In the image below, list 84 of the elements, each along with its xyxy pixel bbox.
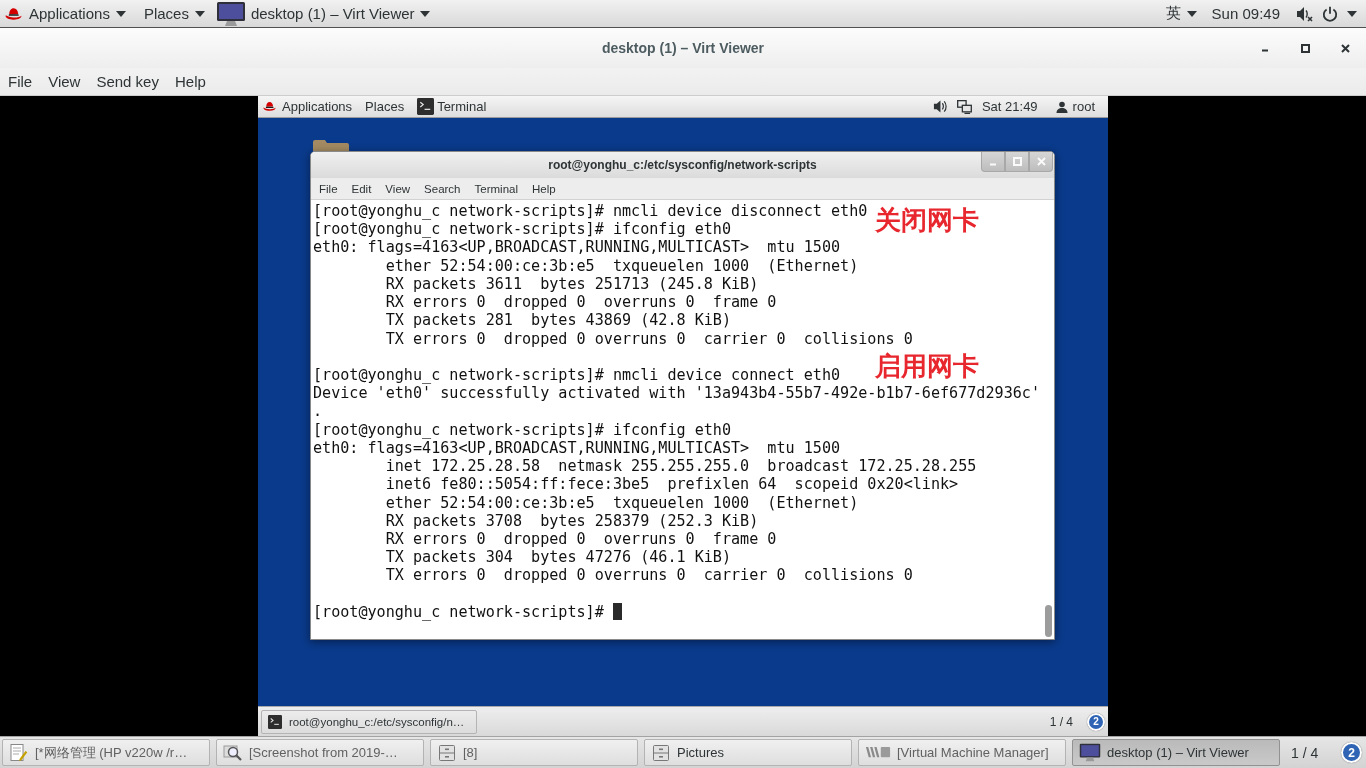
cabinet-icon [437, 742, 457, 763]
terminal-line: Device 'eth0' successfully activated with '13a943b4-55b7-492e-b1b7-6ef677d2936c' [313, 384, 1040, 403]
network-icon [956, 99, 972, 114]
terminal-line: ether 52:54:00:ce:3b:e5 txqueuelen 1000 (Ethernet) [384, 493, 859, 512]
terminal-line: [root@yonghu_c network-scripts]# ifconfig eth0 [313, 220, 731, 239]
hat-icon [263, 101, 276, 112]
notification-badge[interactable]: 2 [1341, 742, 1362, 763]
terminal-line: inet 172.25.28.58 netmask 255.255.255.0 broadcast 172.25.28.255 [384, 457, 977, 476]
terminal-line: TX errors 0 dropped 0 overruns 0 carrier 0 collisions 0 [384, 329, 913, 348]
caret-icon [194, 10, 205, 17]
annotation-text: 启用网卡 [875, 351, 979, 380]
annotation-text: 关闭网卡 [875, 206, 979, 235]
folder-icon [313, 140, 349, 151]
close-icon [1036, 157, 1046, 166]
top-bar-menu[interactable]: Applications [29, 0, 126, 27]
app-menu[interactable]: Terminal [417, 96, 487, 117]
terminal-line: inet6 fe80::5054:ff:fece:3be5 prefixlen 64 scopeid 0x20<link> [384, 475, 959, 494]
top-bar-menu[interactable]: Applications [282, 96, 353, 117]
maximize-icon [1300, 43, 1310, 53]
terminal-icon [417, 98, 435, 115]
terminal-line: [root@yonghu_c network-scripts]# nmcli device disconnect eth0 [313, 202, 868, 221]
menu-item[interactable]: View [40, 68, 89, 95]
monitor-icon [1079, 743, 1101, 762]
user-icon [1055, 100, 1068, 113]
cabinet-icon [651, 742, 671, 763]
caret-icon [419, 10, 430, 17]
hat-icon [5, 6, 22, 21]
terminal-line: RX packets 3611 bytes 251713 (245.8 KiB) [384, 274, 759, 294]
terminal-line: [root@yonghu_c network-scripts]# nmcli device connect eth0 [313, 365, 841, 385]
terminal-line: [root@yonghu_c network-scripts]# ifconfig eth0 [313, 420, 731, 439]
terminal-icon [267, 714, 283, 729]
terminal-line: [root@yonghu_c network-scripts]# [313, 602, 604, 622]
caret-icon [115, 10, 126, 17]
menu-item[interactable]: Help [166, 68, 214, 95]
menu-item[interactable]: File [0, 68, 41, 95]
caret-icon [1186, 10, 1197, 17]
power-icon [1322, 5, 1338, 22]
notepad-icon [9, 742, 29, 763]
taskbar-item[interactable]: [Screenshot from 2019-… [216, 739, 424, 766]
magnifier-icon [223, 742, 243, 763]
window-list-item[interactable]: root@yonghu_c:/etc/sysconfig/n… [261, 709, 477, 734]
terminal-line: eth0: flags=4163<UP,BROADCAST,RUNNING,MULTICAST> mtu 1500 [313, 438, 841, 458]
taskbar-item[interactable]: [*网络管理 (HP v220w /r… [2, 739, 210, 766]
clock-button[interactable]: Sun 09:49 [1211, 0, 1280, 27]
terminal-line: TX packets 281 bytes 43869 (42.8 KiB) [384, 311, 731, 330]
terminal-line: TX packets 304 bytes 47276 (46.1 KiB) [384, 548, 731, 567]
top-bar-menu[interactable]: Places [365, 96, 405, 117]
scrollbar[interactable] [1044, 605, 1052, 637]
menu-item[interactable]: File [312, 178, 345, 199]
taskbar-item[interactable]: [8] [430, 739, 638, 766]
user-menu[interactable]: root [1055, 96, 1095, 117]
taskbar-item[interactable]: Pictures [644, 739, 852, 766]
clock-button[interactable]: Sat 21:49 [981, 96, 1038, 117]
app-menu[interactable]: desktop (1) – Virt Viewer [215, 0, 430, 27]
close-icon [1340, 43, 1350, 53]
terminal-line: RX errors 0 dropped 0 overruns 0 frame 0 [384, 529, 777, 549]
terminal-line: ether 52:54:00:ce:3b:e5 txqueuelen 1000 (Ethernet) [384, 256, 859, 275]
speaker-icon [932, 99, 947, 114]
terminal-line: TX errors 0 dropped 0 overruns 0 carrier 0 collisions 0 [384, 566, 913, 585]
minimize-button[interactable] [981, 152, 1005, 172]
window-title: root@yonghu_c:/etc/sysconfig/network-scripts [548, 158, 817, 172]
terminal-line: eth0: flags=4163<UP,BROADCAST,RUNNING,MULTICAST> mtu 1500 [313, 238, 841, 257]
terminal-line: RX packets 3708 bytes 258379 (252.3 KiB) [384, 511, 759, 530]
top-bar-menu[interactable]: Places [143, 0, 205, 27]
terminal-line: . [313, 402, 323, 421]
text-cursor-icon [612, 603, 622, 621]
caret-icon [1347, 10, 1357, 17]
menu-item[interactable]: View [378, 178, 418, 199]
taskbar-item[interactable]: desktop (1) – Virt Viewer [1072, 739, 1280, 766]
taskbar-item[interactable]: [Virtual Machine Manager] [858, 739, 1066, 766]
workspace-switcher[interactable]: 1 / 4 [1291, 739, 1319, 766]
notification-badge[interactable]: 2 [1087, 712, 1105, 731]
maximize-icon [1012, 157, 1022, 166]
terminal-line: RX errors 0 dropped 0 overruns 0 frame 0 [384, 293, 777, 312]
menu-item[interactable]: Terminal [467, 178, 525, 199]
menu-item[interactable]: Search [417, 178, 468, 199]
striped-logo-icon [865, 745, 891, 760]
workspace-switcher[interactable]: 1 / 4 [1049, 709, 1073, 734]
menu-item[interactable]: Help [525, 178, 563, 199]
window-title: desktop (1) – Virt Viewer [601, 40, 765, 56]
menu-item[interactable]: Send key [88, 68, 167, 95]
input-method-menu[interactable]: 英 [1165, 0, 1197, 27]
monitor-icon [215, 0, 246, 27]
menu-item[interactable]: Edit [344, 178, 379, 199]
